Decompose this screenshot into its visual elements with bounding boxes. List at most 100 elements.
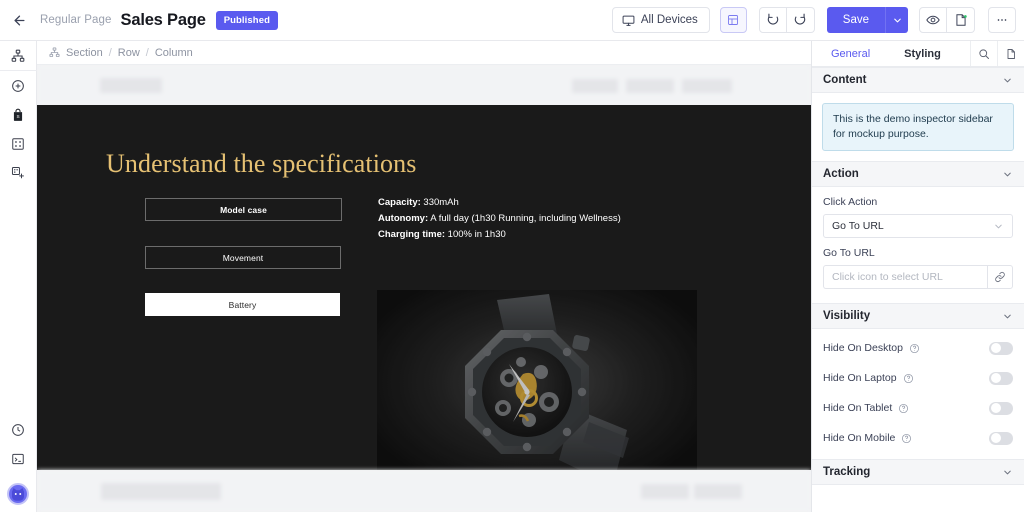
search-button[interactable] bbox=[970, 41, 997, 66]
click-action-field: Click Action Go To URL bbox=[812, 187, 1024, 238]
spec-value: 100% in 1h30 bbox=[447, 229, 506, 240]
document-button[interactable] bbox=[997, 41, 1024, 66]
sidebar-item-structure[interactable] bbox=[0, 41, 37, 70]
export-button[interactable] bbox=[947, 7, 975, 33]
redo-button[interactable] bbox=[786, 7, 815, 33]
toggle-hide-on-desktop[interactable] bbox=[989, 341, 1013, 355]
section-header-action[interactable]: Action bbox=[812, 161, 1024, 187]
toggle-label: Hide On Mobile bbox=[823, 432, 896, 444]
breadcrumb-item-row[interactable]: Row bbox=[118, 47, 140, 59]
page-canvas[interactable]: Understand the specifications Model case… bbox=[37, 65, 811, 512]
url-input-row: Click icon to select URL bbox=[823, 265, 1013, 289]
placeholder-block bbox=[694, 484, 742, 499]
spec-row: Autonomy: A full day (1h30 Running, incl… bbox=[378, 211, 621, 227]
sidebar-item-history[interactable] bbox=[0, 415, 37, 444]
page-builder-app: Regular Page Sales Page Published All De… bbox=[0, 0, 1024, 512]
toggle-knob bbox=[990, 433, 1001, 443]
tab-general[interactable]: General bbox=[822, 41, 879, 66]
url-input[interactable]: Click icon to select URL bbox=[823, 265, 987, 289]
user-avatar[interactable] bbox=[7, 483, 29, 505]
canvas-header-placeholder bbox=[37, 65, 811, 105]
question-circle-icon[interactable] bbox=[898, 403, 909, 414]
section-header-content[interactable]: Content bbox=[812, 67, 1024, 93]
back-button[interactable] bbox=[0, 0, 38, 41]
toggle-row-hide-on-laptop: Hide On Laptop bbox=[812, 363, 1024, 393]
all-devices-label: All Devices bbox=[640, 14, 698, 26]
breadcrumb-item-section[interactable]: Section bbox=[66, 47, 103, 59]
chevron-down-icon bbox=[1002, 467, 1013, 478]
tab-styling[interactable]: Styling bbox=[895, 41, 950, 66]
add-block-icon bbox=[11, 166, 24, 178]
inspector-tab-actions bbox=[970, 41, 1024, 66]
arrow-left-icon bbox=[14, 15, 24, 25]
svg-text:S: S bbox=[16, 113, 19, 118]
undo-icon bbox=[767, 13, 778, 25]
hero-section[interactable]: Understand the specifications Model case… bbox=[37, 105, 811, 470]
section-header-visibility[interactable]: Visibility bbox=[812, 303, 1024, 329]
top-toolbar: Regular Page Sales Page Published All De… bbox=[0, 0, 1024, 41]
toggle-hide-on-laptop[interactable] bbox=[989, 371, 1013, 385]
click-action-select[interactable]: Go To URL bbox=[823, 214, 1013, 238]
question-circle-icon[interactable] bbox=[901, 433, 912, 444]
layout-grid-button[interactable] bbox=[719, 7, 747, 33]
inspector-tabs: General Styling bbox=[812, 41, 1024, 67]
select-url-button[interactable] bbox=[987, 265, 1013, 289]
left-rail-bottom bbox=[0, 415, 36, 512]
breadcrumb-separator: / bbox=[108, 46, 112, 59]
redo-icon bbox=[795, 13, 806, 25]
question-circle-icon[interactable] bbox=[909, 343, 920, 354]
avatar-cat-icon bbox=[12, 488, 24, 501]
question-circle-icon[interactable] bbox=[903, 373, 914, 384]
visibility-toggle-list: Hide On Desktop Hide On Laptop Hide On T… bbox=[812, 329, 1024, 453]
option-button-movement[interactable]: Movement bbox=[145, 246, 341, 269]
placeholder-block bbox=[641, 484, 689, 499]
click-action-label: Click Action bbox=[823, 196, 878, 208]
toggle-hide-on-tablet[interactable] bbox=[989, 401, 1013, 415]
breadcrumb-item-column[interactable]: Column bbox=[155, 47, 193, 59]
watch-illustration bbox=[377, 290, 697, 470]
preview-button[interactable] bbox=[919, 7, 947, 33]
sidebar-item-add[interactable] bbox=[0, 71, 37, 100]
history-button-group bbox=[758, 7, 815, 33]
spec-row: Charging time: 100% in 1h30 bbox=[378, 227, 621, 243]
toggle-hide-on-mobile[interactable] bbox=[989, 431, 1013, 445]
go-to-url-field: Go To URL Click icon to select URL bbox=[812, 238, 1024, 289]
left-rail: S bbox=[0, 41, 37, 512]
chevron-down-icon bbox=[1002, 75, 1013, 86]
spec-value: 330mAh bbox=[423, 197, 459, 208]
ellipsis-icon bbox=[997, 19, 1007, 21]
page-type-label: Regular Page bbox=[40, 14, 112, 26]
section-header-tracking[interactable]: Tracking bbox=[812, 459, 1024, 485]
chevron-down-icon bbox=[893, 18, 901, 22]
blocks-icon bbox=[12, 137, 24, 150]
spec-key: Charging time: bbox=[378, 229, 446, 240]
layout-grid-icon bbox=[728, 15, 739, 25]
add-circle-icon bbox=[12, 79, 24, 92]
all-devices-button[interactable]: All Devices bbox=[611, 7, 710, 33]
option-button-model-case[interactable]: Model case bbox=[145, 198, 342, 221]
chevron-down-icon bbox=[993, 221, 1004, 232]
status-badge: Published bbox=[215, 10, 278, 30]
sidebar-item-blocks[interactable] bbox=[0, 129, 37, 158]
sitemap-icon bbox=[11, 49, 25, 62]
preview-export-group bbox=[919, 7, 975, 33]
option-button-battery[interactable]: Battery bbox=[145, 293, 340, 316]
breadcrumb: Section / Row / Column bbox=[37, 41, 811, 65]
monitor-icon bbox=[622, 15, 635, 26]
breadcrumb-separator: / bbox=[145, 46, 149, 59]
sitemap-icon bbox=[49, 47, 60, 58]
eye-icon bbox=[926, 15, 940, 25]
toggle-knob bbox=[990, 343, 1001, 353]
undo-button[interactable] bbox=[758, 7, 787, 33]
save-button[interactable]: Save bbox=[826, 7, 885, 33]
sidebar-item-console[interactable] bbox=[0, 444, 37, 473]
section-title: Content bbox=[823, 74, 867, 86]
sidebar-item-shop[interactable]: S bbox=[0, 100, 37, 129]
more-options-button[interactable] bbox=[988, 7, 1016, 33]
link-icon bbox=[995, 272, 1005, 282]
save-options-button[interactable] bbox=[885, 7, 908, 33]
sidebar-item-add-block[interactable] bbox=[0, 158, 37, 187]
toggle-knob bbox=[990, 403, 1001, 413]
clock-icon bbox=[12, 423, 24, 436]
canvas-footer-placeholder bbox=[37, 470, 811, 512]
